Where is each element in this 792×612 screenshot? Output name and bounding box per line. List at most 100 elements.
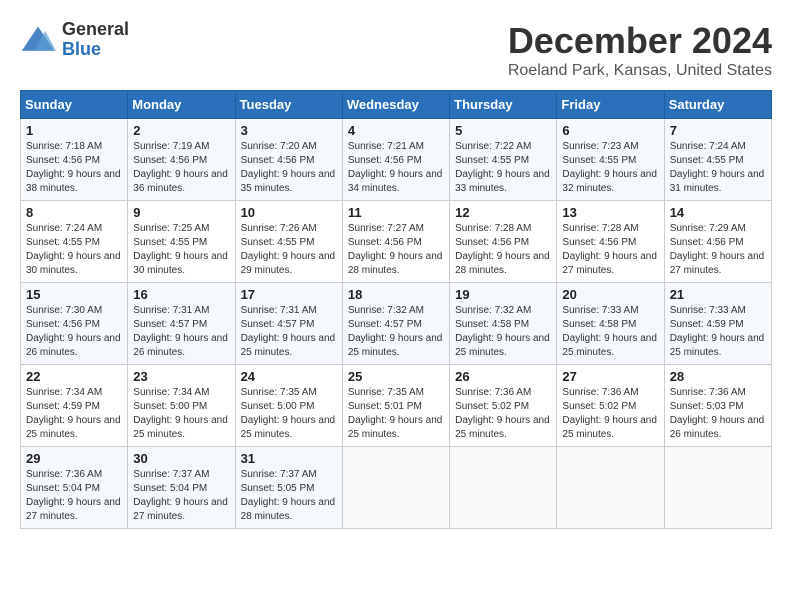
- day-number: 27: [562, 369, 658, 384]
- calendar-cell: 8Sunrise: 7:24 AMSunset: 4:55 PMDaylight…: [21, 201, 128, 283]
- week-row-3: 15Sunrise: 7:30 AMSunset: 4:56 PMDayligh…: [21, 283, 772, 365]
- day-number: 9: [133, 205, 229, 220]
- day-number: 26: [455, 369, 551, 384]
- day-info: Sunrise: 7:23 AMSunset: 4:55 PMDaylight:…: [562, 140, 658, 196]
- day-info: Sunrise: 7:24 AMSunset: 4:55 PMDaylight:…: [670, 140, 766, 196]
- calendar-cell: 13 Sunrise: 7:28 AMSunset: 4:56 PMDayligh…: [557, 201, 664, 283]
- day-number: 21: [670, 287, 766, 302]
- day-number: 7: [670, 123, 766, 138]
- day-info: Sunrise: 7:27 AMSunset: 4:56 PMDaylight:…: [348, 222, 444, 278]
- day-number: 11: [348, 205, 444, 220]
- day-header-tuesday: Tuesday: [235, 91, 342, 119]
- calendar-cell: 30Sunrise: 7:37 AMSunset: 5:04 PMDayligh…: [128, 447, 235, 529]
- calendar-cell: [450, 447, 557, 529]
- week-row-5: 29 Sunrise: 7:36 AMSunset: 5:04 PMDayligh…: [21, 447, 772, 529]
- day-info: Sunrise: 7:28 AMSunset: 4:56 PMDaylight:…: [562, 222, 658, 278]
- day-header-wednesday: Wednesday: [342, 91, 449, 119]
- day-info: Sunrise: 7:29 AMSunset: 4:56 PMDaylight:…: [670, 222, 766, 278]
- title-area: December 2024 Roeland Park, Kansas, Unit…: [508, 20, 772, 80]
- day-number: 31: [241, 451, 337, 466]
- day-info: Sunrise: 7:31 AMSunset: 4:57 PMDaylight:…: [133, 304, 229, 360]
- day-info: Sunrise: 7:25 AMSunset: 4:55 PMDaylight:…: [133, 222, 229, 278]
- calendar-cell: 7 Sunrise: 7:24 AMSunset: 4:55 PMDaylight…: [664, 119, 771, 201]
- day-info: Sunrise: 7:33 AMSunset: 4:59 PMDaylight:…: [670, 304, 766, 360]
- day-number: 1: [26, 123, 122, 138]
- calendar-cell: 2Sunrise: 7:19 AMSunset: 4:56 PMDaylight…: [128, 119, 235, 201]
- day-info: Sunrise: 7:31 AMSunset: 4:57 PMDaylight:…: [241, 304, 337, 360]
- day-number: 14: [670, 205, 766, 220]
- day-number: 23: [133, 369, 229, 384]
- day-number: 29: [26, 451, 122, 466]
- calendar-cell: 12 Sunrise: 7:28 AMSunset: 4:56 PMDayligh…: [450, 201, 557, 283]
- calendar-cell: 21 Sunrise: 7:33 AMSunset: 4:59 PMDayligh…: [664, 283, 771, 365]
- day-info: Sunrise: 7:36 AMSunset: 5:03 PMDaylight:…: [670, 386, 766, 442]
- day-info: Sunrise: 7:33 AMSunset: 4:58 PMDaylight:…: [562, 304, 658, 360]
- day-header-friday: Friday: [557, 91, 664, 119]
- day-header-sunday: Sunday: [21, 91, 128, 119]
- calendar-cell: 10 Sunrise: 7:26 AMSunset: 4:55 PMDayligh…: [235, 201, 342, 283]
- day-number: 16: [133, 287, 229, 302]
- day-info: Sunrise: 7:36 AMSunset: 5:04 PMDaylight:…: [26, 468, 122, 524]
- logo-general: General: [62, 20, 129, 40]
- day-info: Sunrise: 7:37 AMSunset: 5:05 PMDaylight:…: [241, 468, 337, 524]
- calendar-cell: 6 Sunrise: 7:23 AMSunset: 4:55 PMDaylight…: [557, 119, 664, 201]
- day-info: Sunrise: 7:37 AMSunset: 5:04 PMDaylight:…: [133, 468, 229, 524]
- day-info: Sunrise: 7:20 AMSunset: 4:56 PMDaylight:…: [241, 140, 337, 196]
- calendar-cell: 11 Sunrise: 7:27 AMSunset: 4:56 PMDayligh…: [342, 201, 449, 283]
- day-info: Sunrise: 7:19 AMSunset: 4:56 PMDaylight:…: [133, 140, 229, 196]
- calendar-cell: 25Sunrise: 7:35 AMSunset: 5:01 PMDayligh…: [342, 365, 449, 447]
- calendar-cell: 31 Sunrise: 7:37 AMSunset: 5:05 PMDayligh…: [235, 447, 342, 529]
- calendar-cell: 27Sunrise: 7:36 AMSunset: 5:02 PMDayligh…: [557, 365, 664, 447]
- day-info: Sunrise: 7:35 AMSunset: 5:00 PMDaylight:…: [241, 386, 337, 442]
- day-number: 5: [455, 123, 551, 138]
- calendar-cell: 5Sunrise: 7:22 AMSunset: 4:55 PMDaylight…: [450, 119, 557, 201]
- day-number: 6: [562, 123, 658, 138]
- day-info: Sunrise: 7:18 AMSunset: 4:56 PMDaylight:…: [26, 140, 122, 196]
- calendar-cell: 9 Sunrise: 7:25 AMSunset: 4:55 PMDaylight…: [128, 201, 235, 283]
- location: Roeland Park, Kansas, United States: [508, 62, 772, 80]
- calendar-cell: 29 Sunrise: 7:36 AMSunset: 5:04 PMDayligh…: [21, 447, 128, 529]
- calendar-cell: 17 Sunrise: 7:31 AMSunset: 4:57 PMDayligh…: [235, 283, 342, 365]
- day-header-saturday: Saturday: [664, 91, 771, 119]
- week-row-4: 22 Sunrise: 7:34 AMSunset: 4:59 PMDayligh…: [21, 365, 772, 447]
- calendar-cell: 16 Sunrise: 7:31 AMSunset: 4:57 PMDayligh…: [128, 283, 235, 365]
- day-number: 20: [562, 287, 658, 302]
- day-info: Sunrise: 7:34 AMSunset: 5:00 PMDaylight:…: [133, 386, 229, 442]
- day-info: Sunrise: 7:34 AMSunset: 4:59 PMDaylight:…: [26, 386, 122, 442]
- calendar-cell: 4Sunrise: 7:21 AMSunset: 4:56 PMDaylight…: [342, 119, 449, 201]
- day-number: 3: [241, 123, 337, 138]
- day-info: Sunrise: 7:32 AMSunset: 4:57 PMDaylight:…: [348, 304, 444, 360]
- calendar-cell: 28 Sunrise: 7:36 AMSunset: 5:03 PMDayligh…: [664, 365, 771, 447]
- calendar-table: SundayMondayTuesdayWednesdayThursdayFrid…: [20, 90, 772, 529]
- day-number: 18: [348, 287, 444, 302]
- calendar-cell: 23 Sunrise: 7:34 AMSunset: 5:00 PMDayligh…: [128, 365, 235, 447]
- day-number: 12: [455, 205, 551, 220]
- header: General Blue December 2024 Roeland Park,…: [20, 20, 772, 80]
- day-number: 28: [670, 369, 766, 384]
- calendar-cell: 19Sunrise: 7:32 AMSunset: 4:58 PMDayligh…: [450, 283, 557, 365]
- day-info: Sunrise: 7:26 AMSunset: 4:55 PMDaylight:…: [241, 222, 337, 278]
- day-number: 24: [241, 369, 337, 384]
- day-info: Sunrise: 7:36 AMSunset: 5:02 PMDaylight:…: [455, 386, 551, 442]
- month-title: December 2024: [508, 20, 772, 62]
- day-number: 17: [241, 287, 337, 302]
- calendar-cell: [342, 447, 449, 529]
- day-info: Sunrise: 7:21 AMSunset: 4:56 PMDaylight:…: [348, 140, 444, 196]
- calendar-cell: 15Sunrise: 7:30 AMSunset: 4:56 PMDayligh…: [21, 283, 128, 365]
- day-number: 10: [241, 205, 337, 220]
- calendar-cell: 22 Sunrise: 7:34 AMSunset: 4:59 PMDayligh…: [21, 365, 128, 447]
- day-number: 19: [455, 287, 551, 302]
- logo-text: General Blue: [62, 20, 129, 60]
- calendar-cell: 14 Sunrise: 7:29 AMSunset: 4:56 PMDayligh…: [664, 201, 771, 283]
- day-number: 22: [26, 369, 122, 384]
- calendar-cell: 1 Sunrise: 7:18 AMSunset: 4:56 PMDaylight…: [21, 119, 128, 201]
- day-info: Sunrise: 7:28 AMSunset: 4:56 PMDaylight:…: [455, 222, 551, 278]
- logo: General Blue: [20, 20, 129, 60]
- day-info: Sunrise: 7:35 AMSunset: 5:01 PMDaylight:…: [348, 386, 444, 442]
- calendar-cell: [557, 447, 664, 529]
- day-number: 13: [562, 205, 658, 220]
- day-info: Sunrise: 7:24 AMSunset: 4:55 PMDaylight:…: [26, 222, 122, 278]
- calendar-cell: 24 Sunrise: 7:35 AMSunset: 5:00 PMDayligh…: [235, 365, 342, 447]
- calendar-cell: 18 Sunrise: 7:32 AMSunset: 4:57 PMDayligh…: [342, 283, 449, 365]
- calendar-cell: [664, 447, 771, 529]
